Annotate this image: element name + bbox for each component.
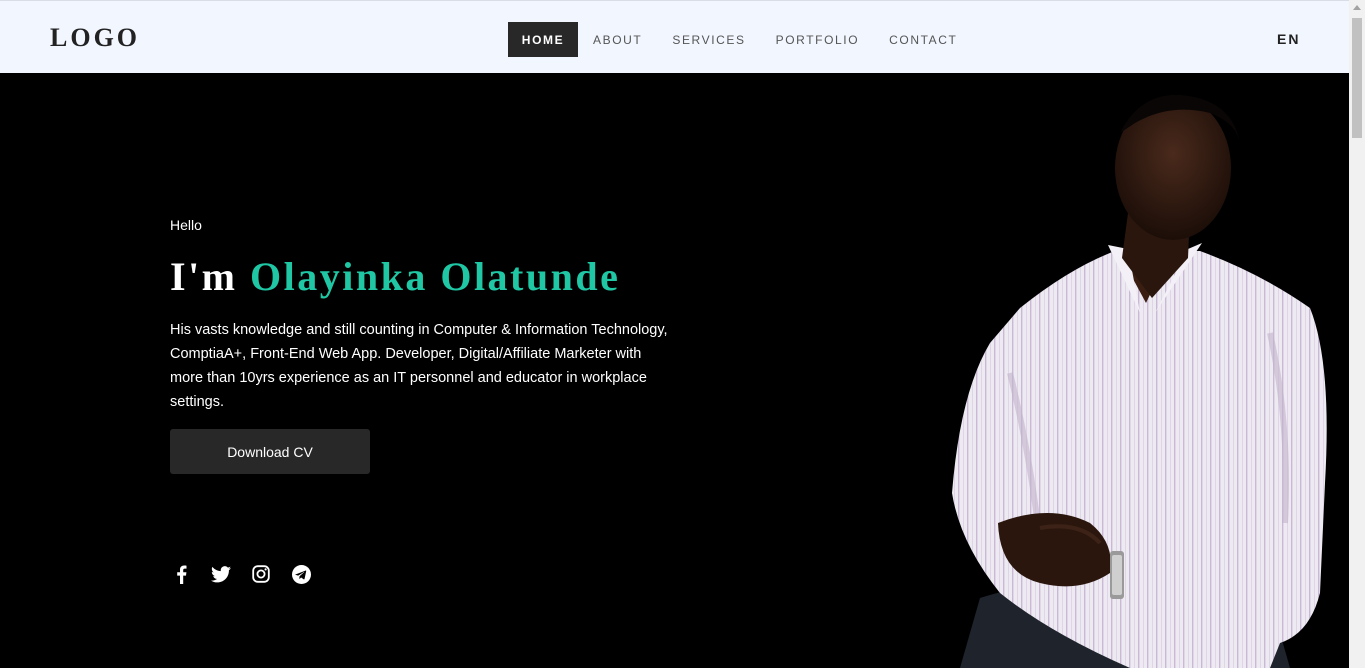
navbar: LOGO HOME ABOUT SERVICES PORTFOLIO CONTA… [0,0,1349,73]
hero-bio: His vasts knowledge and still counting i… [170,322,668,410]
nav-contact[interactable]: CONTACT [874,22,972,57]
nav-about[interactable]: ABOUT [578,22,657,57]
hero-greeting: Hello [170,217,202,233]
profile-photo [952,94,1327,668]
language-selector[interactable]: EN [1277,31,1300,47]
telegram-icon[interactable] [290,563,312,585]
social-links [170,563,312,585]
nav-menu: HOME ABOUT SERVICES PORTFOLIO CONTACT [508,22,972,57]
logo[interactable]: LOGO [50,23,140,53]
nav-portfolio[interactable]: PORTFOLIO [761,22,875,57]
download-cv-button[interactable]: Download CV [170,429,370,474]
hero-headline: I'm Olayinka Olatunde [170,253,620,300]
scrollbar-thumb[interactable] [1352,18,1362,138]
nav-services[interactable]: SERVICES [657,22,760,57]
twitter-icon[interactable] [210,563,232,585]
facebook-icon[interactable] [170,563,192,585]
nav-home[interactable]: HOME [508,22,578,57]
instagram-icon[interactable] [250,563,272,585]
scrollbar[interactable] [1349,0,1365,668]
hero-intro: I'm [170,254,238,299]
hero-name: Olayinka Olatunde [250,254,621,299]
hero-section: Hello I'm Olayinka Olatunde His vasts kn… [0,73,1349,668]
scroll-up-icon[interactable] [1353,5,1361,10]
